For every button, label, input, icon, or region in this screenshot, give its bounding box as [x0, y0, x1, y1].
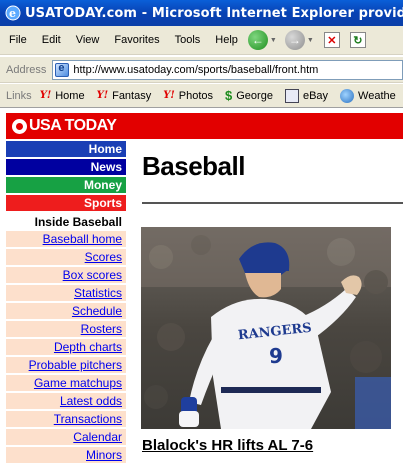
- nav-link-scores[interactable]: Scores: [6, 249, 126, 265]
- player-photo-image: RANGERS 9: [141, 227, 391, 429]
- logo-text: USA TODAY: [29, 117, 117, 134]
- stop-icon[interactable]: ✕: [323, 32, 340, 48]
- links-label: Links: [6, 89, 32, 102]
- nav-link-calendar[interactable]: Calendar: [6, 429, 126, 445]
- nav-section-sports[interactable]: Sports: [6, 195, 126, 211]
- baseball-player-photo[interactable]: RANGERS 9: [141, 227, 391, 429]
- forward-button[interactable]: → ▼: [284, 30, 314, 50]
- menu-view[interactable]: View: [76, 34, 100, 46]
- link-yahoo-photos[interactable]: Y! Photos: [163, 90, 213, 102]
- window-title-bar: e USATODAY.com - Microsoft Internet Expl…: [0, 0, 403, 26]
- ebay-icon: [284, 88, 299, 103]
- yahoo-icon: Y!: [39, 90, 52, 101]
- nav-link-latest-odds[interactable]: Latest odds: [6, 393, 126, 409]
- link-label: George: [236, 89, 273, 102]
- globe-icon: [12, 118, 27, 134]
- menu-file[interactable]: File: [9, 34, 27, 46]
- address-input[interactable]: http://www.usatoday.com/sports/baseball/…: [52, 59, 403, 80]
- address-label: Address: [6, 63, 47, 76]
- weather-icon: [340, 88, 355, 103]
- yahoo-icon: Y!: [163, 90, 175, 101]
- back-button[interactable]: ← ▼: [247, 30, 277, 50]
- nav-subhead: Inside Baseball: [34, 215, 122, 229]
- dollar-icon: $: [225, 88, 233, 103]
- nav-section-news[interactable]: News: [6, 159, 126, 175]
- menu-help[interactable]: Help: [215, 34, 238, 46]
- forward-arrow-icon: →: [284, 30, 305, 50]
- jersey-number: 9: [269, 344, 283, 368]
- nav-link-baseball-home[interactable]: Baseball home: [6, 231, 126, 247]
- nav-link-rosters[interactable]: Rosters: [6, 321, 126, 337]
- nav-link-game-matchups[interactable]: Game matchups: [6, 375, 126, 391]
- back-arrow-icon: ←: [247, 30, 268, 50]
- section-nav: Home News Money Sports Inside Baseball B…: [6, 141, 126, 465]
- window-title: USATODAY.com - Microsoft Internet Explor…: [25, 5, 403, 21]
- nav-section-home[interactable]: Home: [6, 141, 126, 157]
- nav-section-money[interactable]: Money: [6, 177, 126, 193]
- link-weather[interactable]: Weathe: [340, 88, 396, 103]
- menu-tools[interactable]: Tools: [175, 34, 201, 46]
- yahoo-icon: Y!: [96, 90, 109, 101]
- menu-favorites[interactable]: Favorites: [114, 34, 159, 46]
- link-label: eBay: [302, 89, 329, 102]
- address-url[interactable]: http://www.usatoday.com/sports/baseball/…: [73, 64, 318, 76]
- menu-edit[interactable]: Edit: [42, 34, 61, 46]
- usa-today-logo[interactable]: USA TODAY: [6, 113, 403, 139]
- ie-logo-icon: e: [5, 5, 21, 21]
- nav-link-transactions[interactable]: Transactions: [6, 411, 126, 427]
- forward-dropdown-icon[interactable]: ▼: [307, 37, 314, 44]
- headline-link[interactable]: Blalock's HR lifts AL 7-6: [142, 437, 313, 454]
- nav-link-depth-charts[interactable]: Depth charts: [6, 339, 126, 355]
- nav-link-minors[interactable]: Minors: [6, 447, 126, 463]
- link-label: Photos: [178, 89, 214, 102]
- address-bar: Address http://www.usatoday.com/sports/b…: [0, 56, 403, 83]
- link-yahoo-home[interactable]: Y! Home: [40, 90, 85, 102]
- refresh-icon[interactable]: ↻: [349, 32, 366, 48]
- links-bar: Links Y! Home Y! Fantasy Y! Photos $ Geo…: [0, 84, 403, 108]
- title-divider: [142, 202, 403, 204]
- link-yahoo-fantasy[interactable]: Y! Fantasy: [97, 90, 152, 102]
- page-icon: [55, 62, 70, 77]
- menu-bar: File Edit View Favorites Tools Help ← ▼ …: [0, 26, 403, 55]
- nav-link-probable-pitchers[interactable]: Probable pitchers: [6, 357, 126, 373]
- nav-link-statistics[interactable]: Statistics: [6, 285, 126, 301]
- link-george[interactable]: $ George: [225, 88, 273, 103]
- link-ebay[interactable]: eBay: [284, 88, 329, 103]
- nav-link-box-scores[interactable]: Box scores: [6, 267, 126, 283]
- link-label: Fantasy: [112, 89, 152, 102]
- back-dropdown-icon[interactable]: ▼: [270, 37, 277, 44]
- nav-link-schedule[interactable]: Schedule: [6, 303, 126, 319]
- link-label: Home: [55, 89, 85, 102]
- link-label: Weathe: [358, 89, 396, 102]
- page-content: USA TODAY Home News Money Sports Inside …: [0, 109, 403, 465]
- svg-text:e: e: [9, 7, 16, 20]
- page-title: Baseball: [142, 151, 245, 181]
